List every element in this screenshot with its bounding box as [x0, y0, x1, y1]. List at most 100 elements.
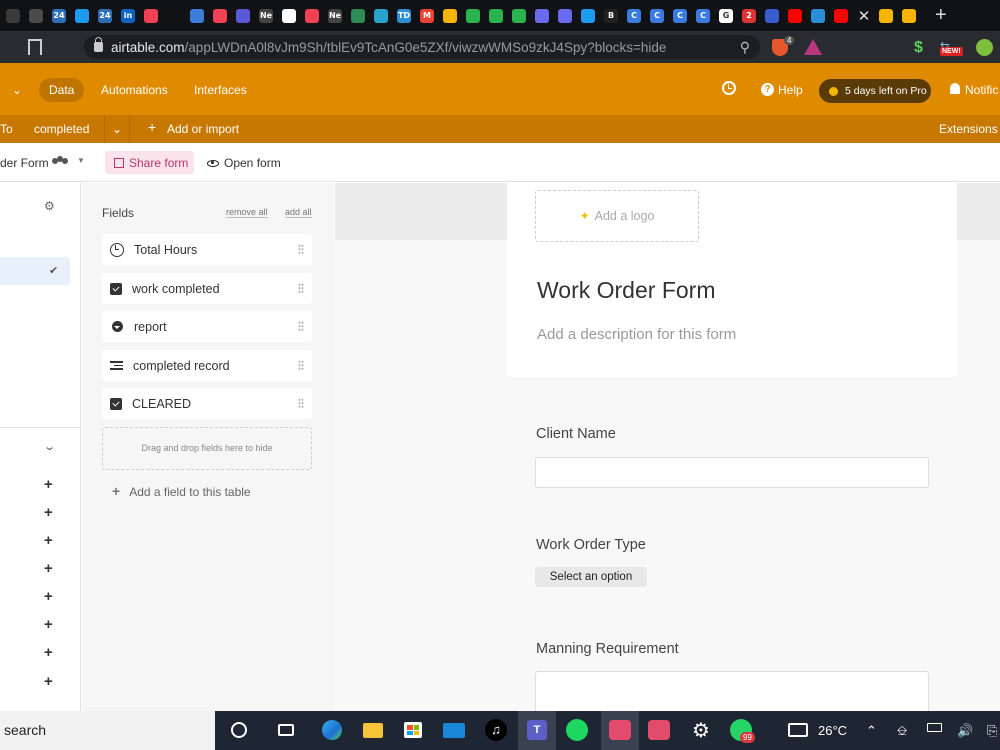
field-item[interactable]: Total Hours — [102, 234, 312, 265]
td-icon[interactable]: TD — [393, 5, 415, 27]
field-item[interactable]: completed record — [102, 350, 312, 381]
temperature-label[interactable]: 26°C — [818, 723, 847, 738]
hidden-fields-dropzone[interactable]: Drag and drop fields here to hide — [102, 427, 312, 470]
create-section-chevron-icon[interactable]: ⌄ — [43, 440, 56, 453]
twitter-icon[interactable] — [71, 5, 93, 27]
bold-icon[interactable]: B — [600, 5, 622, 27]
zoom-icon[interactable]: ⚲ — [740, 39, 750, 56]
notifications-link[interactable]: Notific — [965, 83, 998, 97]
feedly-icon[interactable] — [485, 5, 507, 27]
field-item[interactable]: report — [102, 311, 312, 342]
bookmark-icon[interactable] — [28, 39, 42, 55]
add-all-link[interactable]: add all — [285, 207, 312, 218]
open-form-button[interactable]: Open form — [207, 156, 281, 170]
drag-handle-icon[interactable] — [298, 398, 304, 408]
trial-status-pill[interactable]: 5 days left on Pro — [819, 79, 931, 103]
app-icon[interactable] — [370, 5, 392, 27]
gear-icon[interactable]: ⚙ — [44, 199, 55, 213]
c-icon[interactable]: C — [646, 5, 668, 27]
task-view-icon[interactable] — [275, 719, 297, 741]
create-view-plus-icon[interactable]: + — [44, 588, 53, 605]
x-icon[interactable] — [761, 5, 783, 27]
brave-rewards-icon[interactable] — [804, 39, 822, 55]
mail-icon[interactable] — [443, 719, 465, 741]
profile-avatar[interactable] — [976, 39, 993, 56]
table-tab-to[interactable]: To — [0, 122, 13, 136]
field-item[interactable]: CLEARED — [102, 388, 312, 419]
create-view-plus-icon[interactable]: + — [44, 504, 53, 521]
edge-icon[interactable] — [321, 719, 343, 741]
bell-icon[interactable] — [950, 83, 960, 94]
store-icon[interactable] — [402, 719, 424, 741]
create-view-plus-icon[interactable]: + — [44, 476, 53, 493]
drag-handle-icon[interactable] — [298, 283, 304, 293]
url-field[interactable]: airtable.com/appLWDnA0l8vJm9Sh/tblEv9TcA… — [84, 35, 760, 59]
app-icon[interactable] — [186, 5, 208, 27]
c-icon[interactable]: C — [623, 5, 645, 27]
create-view-plus-icon[interactable]: + — [44, 673, 53, 690]
help-link[interactable]: Help — [778, 83, 803, 97]
youtube-icon[interactable] — [784, 5, 806, 27]
question-label[interactable]: Work Order Type — [536, 537, 646, 553]
add-field-button[interactable]: + Add a field to this table — [112, 483, 251, 499]
c-icon[interactable]: C — [669, 5, 691, 27]
remove-all-link[interactable]: remove all — [226, 207, 268, 218]
show-hidden-icons-chevron-icon[interactable]: ⌃ — [866, 723, 877, 739]
drag-handle-icon[interactable] — [298, 360, 304, 370]
tables-chevron-down-icon[interactable]: ⌄ — [104, 115, 130, 143]
create-view-plus-icon[interactable]: + — [44, 616, 53, 633]
pocket-icon[interactable] — [301, 5, 323, 27]
base-chevron-down-icon[interactable]: ⌄ — [12, 83, 22, 97]
cortana-icon[interactable] — [228, 719, 250, 741]
opera-icon[interactable] — [554, 5, 576, 27]
spotify-icon[interactable] — [566, 719, 588, 741]
google-icon[interactable]: G — [715, 5, 737, 27]
work-order-type-select[interactable]: Select an option — [535, 567, 647, 587]
history-icon[interactable] — [722, 81, 736, 95]
view-caret-down-icon[interactable]: ▼ — [77, 156, 85, 165]
news24-icon[interactable]: 24 — [48, 5, 70, 27]
battery-icon[interactable] — [927, 723, 942, 732]
share-form-button[interactable]: Share form — [105, 151, 194, 174]
tiktok-icon[interactable]: ♫ — [485, 719, 507, 741]
c-icon[interactable]: C — [692, 5, 714, 27]
airtable-icon[interactable] — [875, 5, 897, 27]
chrome-icon[interactable] — [278, 5, 300, 27]
pocket-icon[interactable] — [140, 5, 162, 27]
form-title[interactable]: Work Order Form — [537, 277, 715, 304]
opera-icon[interactable] — [531, 5, 553, 27]
drag-handle-icon[interactable] — [298, 244, 304, 254]
mail-icon[interactable] — [25, 5, 47, 27]
client-name-input[interactable] — [535, 457, 929, 488]
field-item[interactable]: work completed — [102, 273, 312, 304]
blank-icon[interactable] — [163, 5, 185, 27]
drag-handle-icon[interactable] — [298, 321, 304, 331]
airtable-icon[interactable] — [439, 5, 461, 27]
table-tab-completed[interactable]: completed — [34, 122, 89, 136]
nav-automations-tab[interactable]: Automations — [101, 83, 168, 97]
linkedin-icon[interactable]: in — [117, 5, 139, 27]
opera-icon[interactable] — [232, 5, 254, 27]
twitter-icon[interactable] — [577, 5, 599, 27]
news24-icon[interactable]: 24 — [94, 5, 116, 27]
question-label[interactable]: Manning Requirement — [536, 641, 679, 657]
settings-icon[interactable]: ⚙ — [690, 719, 712, 742]
help-icon[interactable]: ? — [761, 83, 774, 96]
create-view-plus-icon[interactable]: + — [44, 560, 53, 577]
volume-icon[interactable]: 🔊 — [957, 723, 973, 739]
nav-interfaces-tab[interactable]: Interfaces — [194, 83, 247, 97]
nav-data-tab[interactable]: Data — [39, 78, 85, 102]
airtable-icon[interactable] — [898, 5, 920, 27]
grid-icon[interactable] — [2, 5, 24, 27]
news-widget-icon[interactable] — [787, 719, 809, 741]
gmail-icon[interactable]: M — [416, 5, 438, 27]
youtube-icon[interactable] — [830, 5, 852, 27]
file-explorer-icon[interactable] — [362, 719, 384, 741]
ne-icon[interactable]: Ne — [255, 5, 277, 27]
pocket-icon[interactable] — [209, 5, 231, 27]
close-tab-icon[interactable]: ✕ — [853, 7, 875, 25]
create-view-plus-icon[interactable]: + — [44, 644, 53, 661]
manning-requirement-input[interactable] — [535, 671, 929, 711]
view-name[interactable]: der Form — [0, 156, 49, 170]
add-or-import-button[interactable]: Add or import — [167, 122, 239, 136]
